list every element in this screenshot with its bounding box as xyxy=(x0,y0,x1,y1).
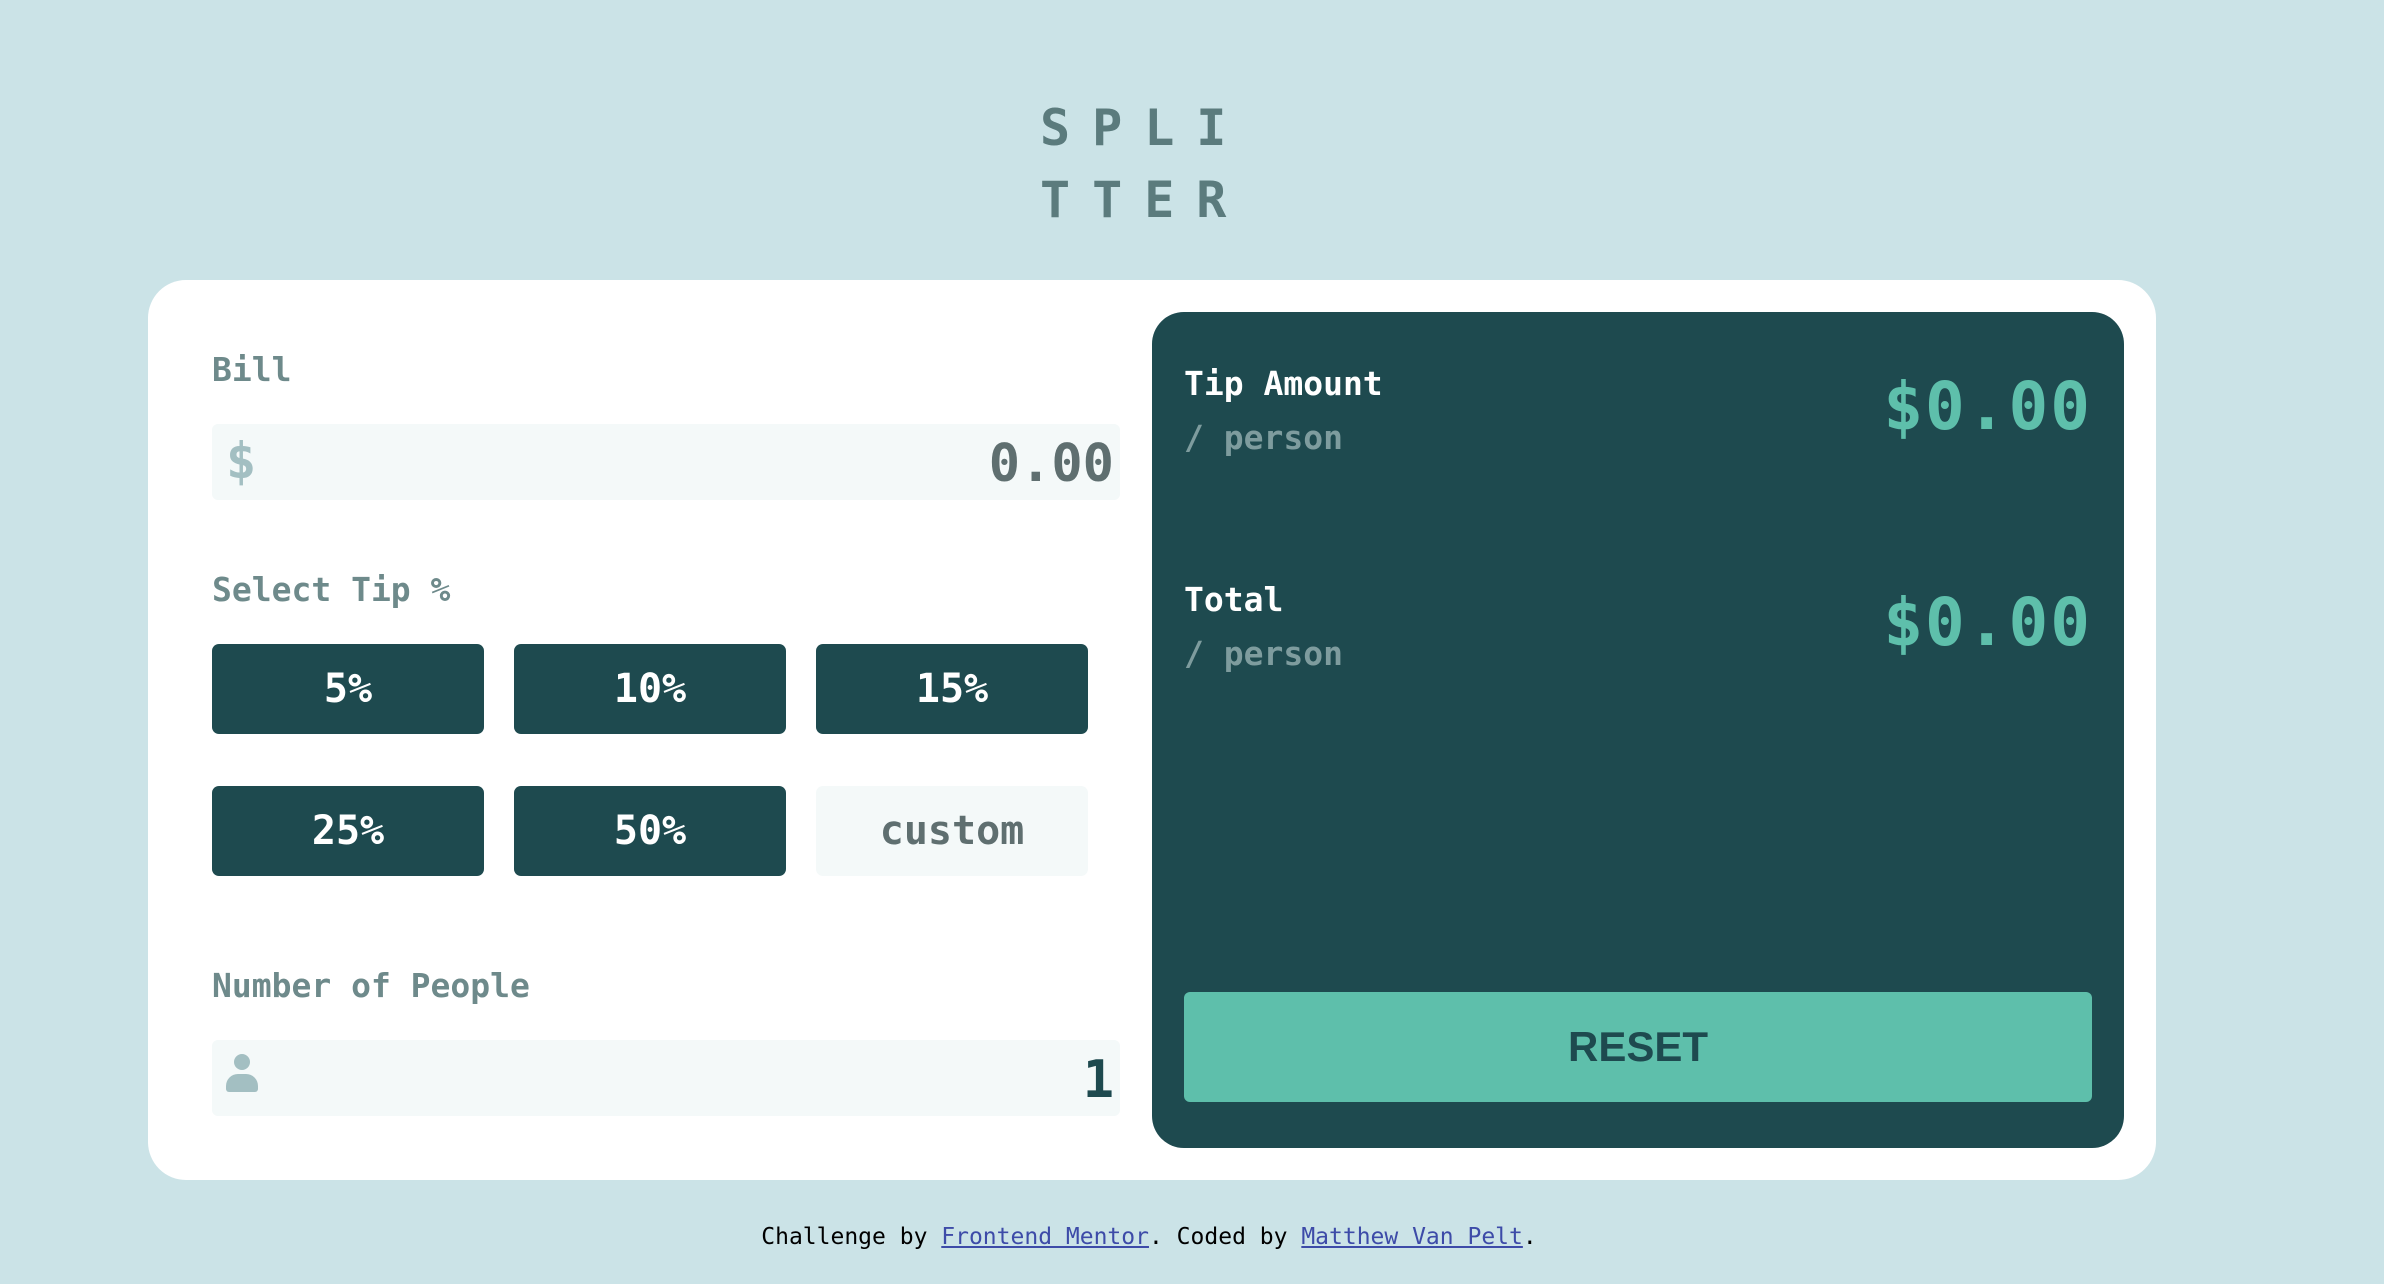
tip-10-button[interactable]: 10% xyxy=(514,644,786,734)
calculator-card: Bill $ 0.00 Select Tip % 5% 10% 15% 25% … xyxy=(148,280,2156,1180)
footer-suffix: . xyxy=(1522,1224,1537,1250)
tip-50-button[interactable]: 50% xyxy=(514,786,786,876)
tip-amount-value: $0.00 xyxy=(1883,368,2092,445)
footer-prefix: Challenge by xyxy=(761,1224,942,1250)
dollar-icon: $ xyxy=(226,432,257,490)
total-title: Total xyxy=(1184,580,1284,619)
tip-15-button[interactable]: 15% xyxy=(816,644,1088,734)
total-value: $0.00 xyxy=(1883,584,2092,661)
logo-line-2: TTER xyxy=(1040,171,1249,229)
reset-button[interactable]: RESET xyxy=(1184,992,2092,1102)
total-per-person: / person xyxy=(1184,634,1343,673)
bill-label: Bill xyxy=(212,350,292,389)
logo: SPLI TTER xyxy=(1040,92,1280,236)
person-icon xyxy=(226,1054,258,1094)
people-value[interactable]: 1 xyxy=(1083,1050,1114,1110)
bill-value[interactable]: 0.00 xyxy=(989,434,1114,494)
tip-amount-title: Tip Amount xyxy=(1184,364,1383,403)
results-panel: Tip Amount / person $0.00 Total / person… xyxy=(1152,312,2124,1148)
custom-tip-input[interactable]: custom xyxy=(816,786,1088,876)
people-label: Number of People xyxy=(212,966,530,1005)
author-link[interactable]: Matthew Van Pelt xyxy=(1301,1224,1523,1250)
select-tip-label: Select Tip % xyxy=(212,570,451,609)
tip-5-button[interactable]: 5% xyxy=(212,644,484,734)
footer: Challenge by Frontend Mentor. Coded by M… xyxy=(0,1224,2298,1250)
logo-line-1: SPLI xyxy=(1040,99,1249,157)
tip-amount-per-person: / person xyxy=(1184,418,1343,457)
frontend-mentor-link[interactable]: Frontend Mentor xyxy=(941,1224,1149,1250)
bill-input[interactable]: $ 0.00 xyxy=(212,424,1120,500)
people-input[interactable]: 1 xyxy=(212,1040,1120,1116)
footer-middle: . Coded by xyxy=(1148,1224,1302,1250)
tip-25-button[interactable]: 25% xyxy=(212,786,484,876)
